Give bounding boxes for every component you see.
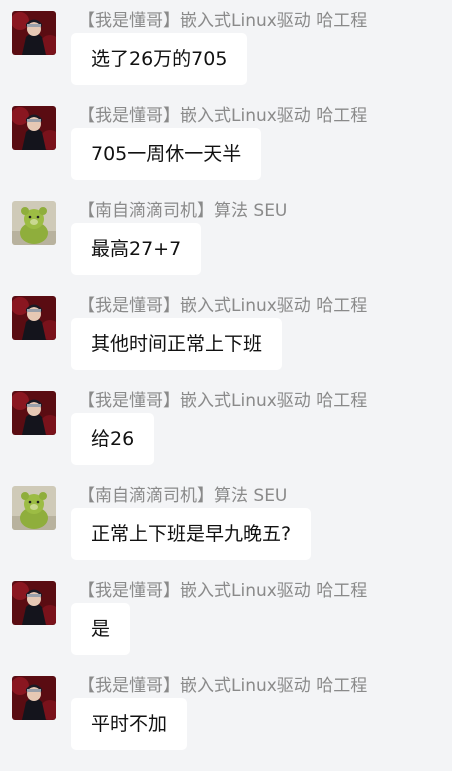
message-row: 【我是懂哥】嵌入式Linux驱动 哈工程 选了26万的705 bbox=[0, 11, 452, 106]
chat-message-list: 【我是懂哥】嵌入式Linux驱动 哈工程 选了26万的705 【我是懂哥】嵌入式… bbox=[0, 0, 452, 757]
ninja-avatar-icon[interactable] bbox=[12, 581, 56, 625]
message-row: 【我是懂哥】嵌入式Linux驱动 哈工程 给26 bbox=[0, 391, 452, 486]
message-bubble[interactable]: 选了26万的705 bbox=[71, 33, 248, 85]
sender-name: 【我是懂哥】嵌入式Linux驱动 哈工程 bbox=[78, 296, 368, 316]
ninja-avatar-icon[interactable] bbox=[12, 296, 56, 340]
message-bubble[interactable]: 给26 bbox=[71, 413, 155, 465]
message-bubble[interactable]: 最高27+7 bbox=[71, 223, 202, 275]
message-bubble[interactable]: 正常上下班是早九晚五? bbox=[71, 508, 312, 560]
message-row: 【南自滴滴司机】算法 SEU 最高27+7 bbox=[0, 201, 452, 296]
ninja-avatar-icon[interactable] bbox=[12, 676, 56, 720]
message-row: 【我是懂哥】嵌入式Linux驱动 哈工程 705一周休一天半 bbox=[0, 106, 452, 201]
ninja-avatar-icon[interactable] bbox=[12, 391, 56, 435]
message-row: 【我是懂哥】嵌入式Linux驱动 哈工程 是 bbox=[0, 581, 452, 676]
sender-name: 【我是懂哥】嵌入式Linux驱动 哈工程 bbox=[78, 676, 368, 696]
message-bubble[interactable]: 是 bbox=[71, 603, 131, 655]
message-bubble[interactable]: 705一周休一天半 bbox=[71, 128, 262, 180]
sender-name: 【我是懂哥】嵌入式Linux驱动 哈工程 bbox=[78, 11, 368, 31]
bear-avatar-icon[interactable] bbox=[12, 486, 56, 530]
message-bubble[interactable]: 平时不加 bbox=[71, 698, 188, 750]
sender-name: 【南自滴滴司机】算法 SEU bbox=[78, 201, 288, 221]
sender-name: 【我是懂哥】嵌入式Linux驱动 哈工程 bbox=[78, 581, 368, 601]
sender-name: 【南自滴滴司机】算法 SEU bbox=[78, 486, 288, 506]
ninja-avatar-icon[interactable] bbox=[12, 106, 56, 150]
message-bubble[interactable]: 其他时间正常上下班 bbox=[71, 318, 283, 370]
message-row: 【我是懂哥】嵌入式Linux驱动 哈工程 其他时间正常上下班 bbox=[0, 296, 452, 391]
message-row: 【南自滴滴司机】算法 SEU 正常上下班是早九晚五? bbox=[0, 486, 452, 581]
sender-name: 【我是懂哥】嵌入式Linux驱动 哈工程 bbox=[78, 391, 368, 411]
sender-name: 【我是懂哥】嵌入式Linux驱动 哈工程 bbox=[78, 106, 368, 126]
bear-avatar-icon[interactable] bbox=[12, 201, 56, 245]
ninja-avatar-icon[interactable] bbox=[12, 11, 56, 55]
